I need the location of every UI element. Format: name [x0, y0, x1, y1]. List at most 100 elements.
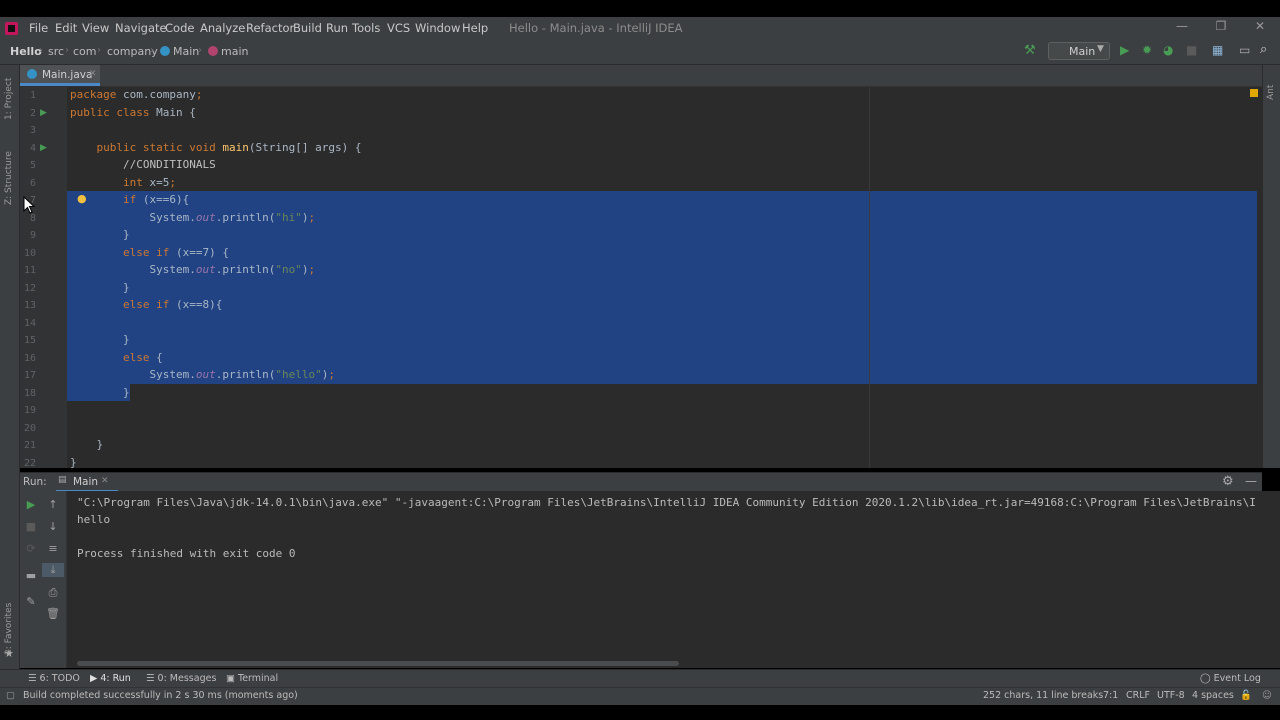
soft-wrap-icon[interactable]: ≡: [42, 542, 64, 555]
project-structure-icon[interactable]: ▦: [1212, 43, 1223, 57]
search-icon[interactable]: ⌕: [1260, 42, 1267, 57]
menu-vcs[interactable]: VCS: [387, 21, 410, 35]
menu-view[interactable]: View: [82, 21, 109, 35]
run-panel-header: Run: ▤ Main ✕ ⚙ —: [20, 472, 1262, 492]
run-icon: ▶: [90, 673, 101, 684]
run-toolbar-left: ▶ ■ ⟳ ▬ ✎: [20, 491, 42, 668]
menu-edit[interactable]: Edit: [55, 21, 77, 35]
run-method-gutter-icon[interactable]: ▶: [40, 143, 47, 153]
line-number: 19: [23, 405, 36, 416]
menu-tools[interactable]: Tools: [352, 21, 380, 35]
menu-file[interactable]: File: [29, 21, 48, 35]
intention-bulb-icon[interactable]: ●: [77, 192, 87, 205]
build-hammer-icon[interactable]: ⚒: [1024, 43, 1036, 58]
mouse-cursor-icon: [23, 196, 35, 214]
console-line: "C:\Program Files\Java\jdk-14.0.1\bin\ja…: [77, 496, 1256, 509]
run-icon[interactable]: ▶: [1120, 43, 1129, 57]
line-number: 22: [23, 457, 36, 469]
stop-run-icon[interactable]: ■: [20, 520, 42, 533]
rerun-icon[interactable]: ▶: [20, 498, 42, 511]
code-line: }: [70, 228, 130, 241]
code-line: else if (x==8){: [122, 298, 223, 311]
coverage-icon[interactable]: ◕: [1163, 43, 1173, 57]
run-tab-main[interactable]: ▤ Main ✕: [56, 473, 118, 492]
code-line: int x=5;: [122, 175, 176, 189]
structure-tool-tab[interactable]: Z: Structure: [4, 140, 14, 205]
hide-panel-icon[interactable]: —: [1245, 474, 1257, 488]
tab-run-label: 4: Run: [100, 673, 131, 684]
close-button[interactable]: ✕: [1250, 19, 1270, 33]
line-number: 3: [29, 125, 36, 136]
menu-window[interactable]: Window: [415, 21, 460, 35]
status-window-icon[interactable]: ▢: [6, 690, 15, 701]
inspector-icon[interactable]: ☺: [1262, 690, 1272, 701]
menu-build[interactable]: Build: [293, 21, 322, 35]
code-line: }: [70, 455, 77, 469]
close-tab-icon[interactable]: ✕: [89, 69, 97, 79]
status-message[interactable]: Build completed successfully in 2 s 30 m…: [23, 690, 298, 701]
print-icon[interactable]: ⎙: [42, 586, 64, 600]
line-number: 20: [23, 422, 36, 434]
intellij-logo-icon: [5, 22, 18, 35]
chevron-right-icon: ›: [150, 45, 154, 56]
file-encoding[interactable]: UTF-8: [1157, 690, 1185, 701]
caret-position[interactable]: 7:1: [1103, 690, 1118, 701]
arrow-up-icon[interactable]: ↑: [42, 498, 64, 511]
terminal-icon: ▣: [226, 673, 238, 684]
breadcrumb-com[interactable]: com: [73, 45, 97, 58]
layout-icon[interactable]: ▭: [1239, 43, 1250, 57]
class-icon: [160, 46, 170, 56]
tab-main-java[interactable]: Main.java ✕: [20, 65, 100, 86]
minimize-button[interactable]: —: [1172, 19, 1192, 33]
code-line: System.out.println("hello");: [70, 368, 335, 381]
ant-tool-tab[interactable]: Ant: [1266, 70, 1276, 100]
code-line: if (x==6){: [122, 193, 190, 206]
tab-messages[interactable]: ☰ 0: Messages: [146, 673, 216, 684]
stop-icon[interactable]: ■: [1186, 43, 1197, 57]
breadcrumb-method-main[interactable]: main: [208, 45, 248, 58]
navigation-bar: Hello › src › com › company › Main › mai…: [0, 40, 1280, 65]
run-panel-label: Run:: [23, 476, 47, 488]
inspection-warning-icon[interactable]: [1250, 89, 1258, 97]
menu-code[interactable]: Code: [165, 21, 194, 35]
code-editor[interactable]: package com.company; public class Main { …: [67, 87, 1262, 468]
arrow-down-icon[interactable]: ↓: [42, 520, 64, 533]
line-number: 10: [23, 247, 36, 259]
run-tab-label: Main: [73, 476, 99, 488]
breadcrumb-project[interactable]: Hello: [10, 45, 42, 58]
line-separator[interactable]: CRLF: [1126, 690, 1150, 701]
breadcrumb-src[interactable]: src: [48, 45, 64, 58]
event-log-button[interactable]: ◯ Event Log: [1200, 673, 1261, 684]
menu-navigate[interactable]: Navigate: [115, 21, 167, 35]
breadcrumb-class-main[interactable]: Main: [160, 45, 199, 58]
pin-icon[interactable]: ✎: [20, 595, 42, 608]
horizontal-scrollbar[interactable]: [77, 661, 679, 666]
tab-run[interactable]: ▶ 4: Run: [90, 673, 131, 684]
run-class-gutter-icon[interactable]: ▶: [40, 108, 47, 118]
run-config-icon: ▤: [58, 475, 67, 485]
close-run-tab-icon[interactable]: ✕: [101, 476, 109, 486]
menu-refactor[interactable]: Refactor: [246, 21, 294, 35]
run-config-selector[interactable]: Main ▼: [1048, 42, 1110, 60]
project-tool-tab[interactable]: 1: Project: [4, 70, 14, 120]
trash-icon[interactable]: 🗑: [42, 607, 64, 620]
code-line: else {: [122, 350, 163, 364]
menu-run[interactable]: Run: [326, 21, 348, 35]
maximize-button[interactable]: ❐: [1211, 19, 1231, 33]
settings-gear-icon[interactable]: ⚙: [1222, 474, 1234, 489]
messages-icon: ☰: [146, 673, 158, 684]
todo-list-icon: ☰: [28, 673, 40, 684]
layout-icon[interactable]: ▬: [20, 569, 42, 582]
tab-terminal[interactable]: ▣ Terminal: [226, 673, 278, 684]
menu-help[interactable]: Help: [462, 21, 488, 35]
menu-analyze[interactable]: Analyze: [200, 21, 245, 35]
tab-todo[interactable]: ☰ 6: TODO: [28, 673, 80, 684]
line-number: 18: [23, 387, 36, 399]
indent-setting[interactable]: 4 spaces: [1192, 690, 1234, 701]
lock-icon[interactable]: 🔓: [1240, 690, 1252, 701]
run-console[interactable]: "C:\Program Files\Java\jdk-14.0.1\bin\ja…: [67, 491, 1280, 668]
scroll-to-end-icon[interactable]: ⤓: [42, 563, 64, 577]
debug-bug-icon[interactable]: ✹: [1142, 43, 1152, 57]
restore-layout-icon[interactable]: ⟳: [20, 542, 42, 555]
chevron-right-icon: ›: [198, 45, 202, 56]
